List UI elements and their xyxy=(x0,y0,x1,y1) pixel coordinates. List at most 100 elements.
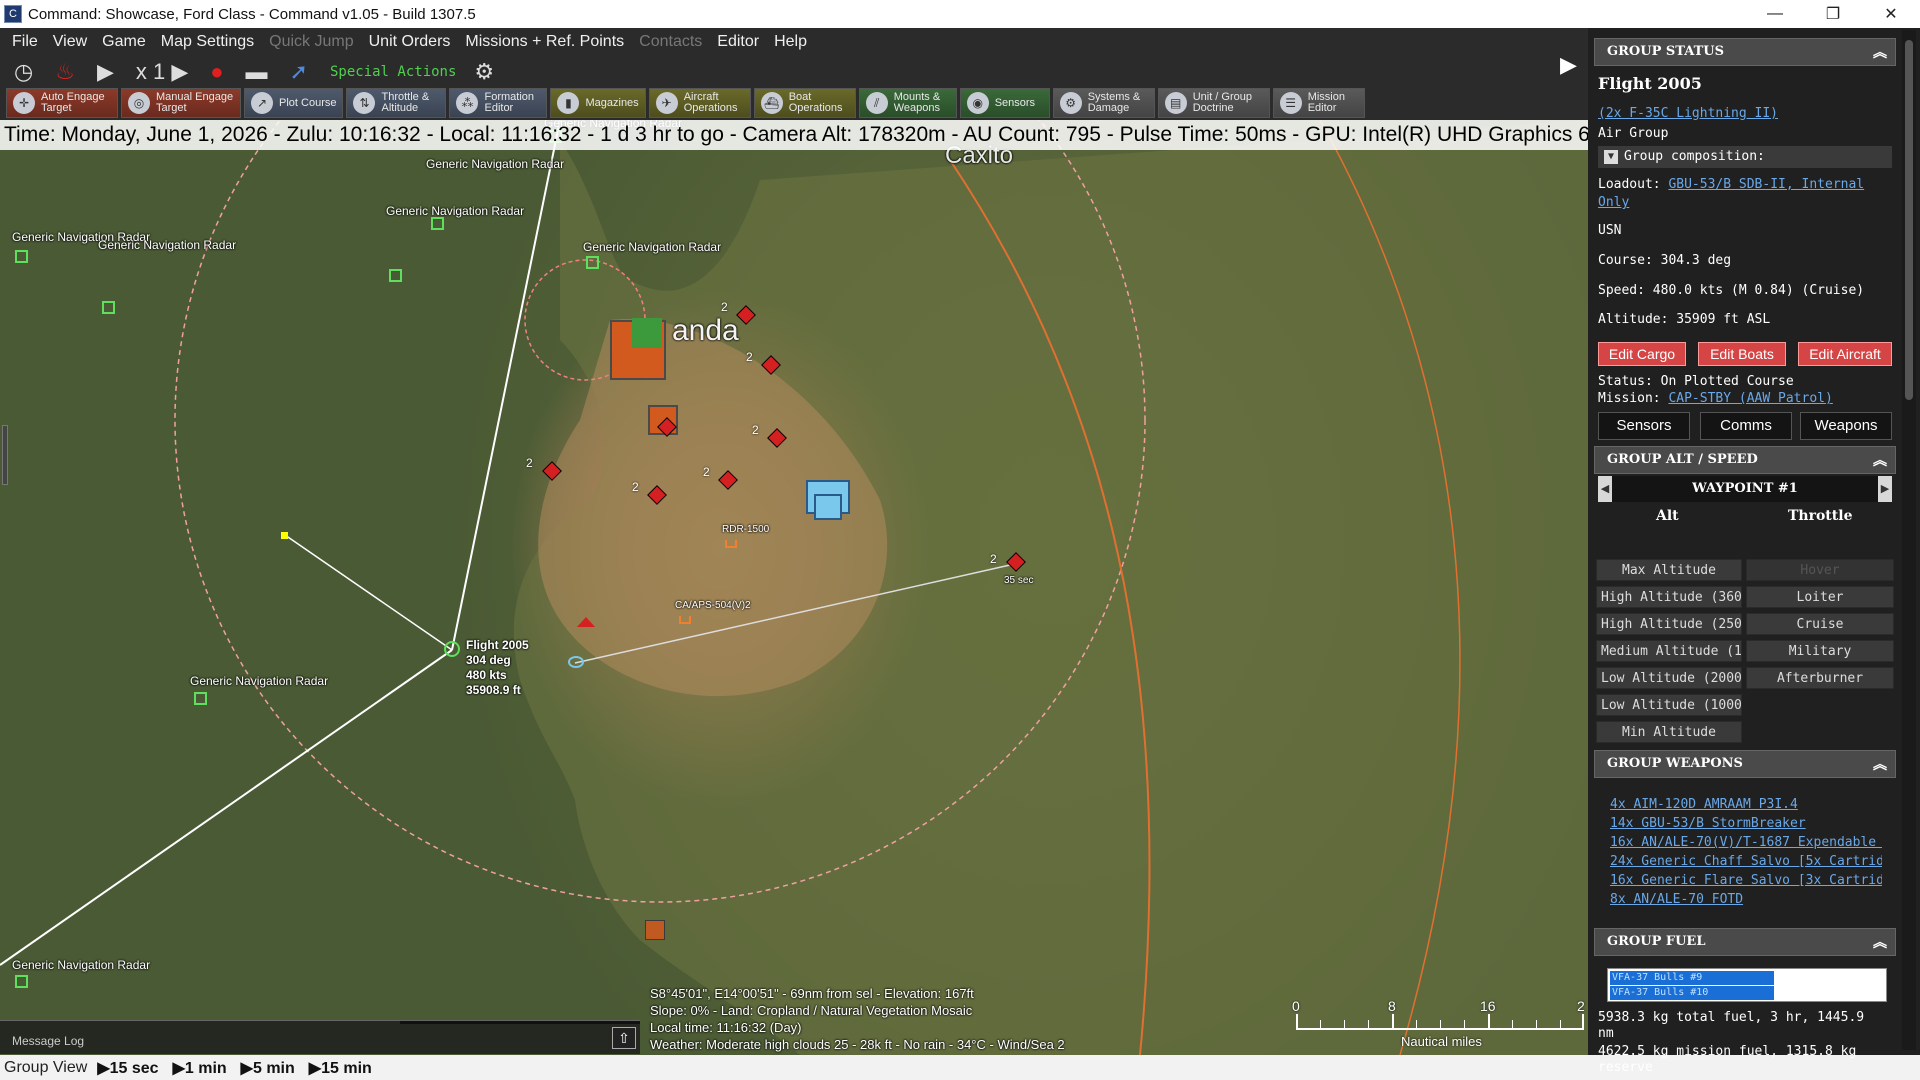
nav-radar-symbol[interactable] xyxy=(431,217,444,230)
nav-radar-symbol[interactable] xyxy=(194,692,207,705)
step-15-sec-button[interactable]: ▶15 sec xyxy=(97,1058,158,1078)
settings-gear-icon[interactable]: ⚙ xyxy=(474,58,494,86)
magazines-button[interactable]: ▮ Magazines xyxy=(550,88,646,118)
weapon-item[interactable]: 16x AN/ALE-70(V)/T-1687 Expendable I xyxy=(1610,835,1882,850)
sensor-icon[interactable] xyxy=(679,616,691,624)
tactical-map[interactable]: Generic Navigation Radar Generic Navigat… xyxy=(0,120,1588,1055)
sensors-panel-button[interactable]: Sensors xyxy=(1598,412,1690,440)
manual-engage-button[interactable]: ◎ Manual Engage Target xyxy=(121,88,241,118)
alt-min-button[interactable]: Min Altitude xyxy=(1596,721,1742,743)
facility-icon[interactable] xyxy=(645,920,665,940)
menu-editor[interactable]: Editor xyxy=(717,33,759,51)
message-log[interactable]: Message Log ⇧ xyxy=(0,1020,640,1054)
next-waypoint-icon[interactable]: ▶ xyxy=(1878,476,1892,502)
mission-link[interactable]: CAP-STBY (AAW Patrol) xyxy=(1668,391,1832,406)
sensors-button[interactable]: ◉ Sensors xyxy=(959,88,1050,118)
friendly-unit[interactable] xyxy=(814,494,842,520)
edit-cargo-button[interactable]: Edit Cargo xyxy=(1598,342,1686,366)
group-composition-link[interactable]: (2x F-35C Lightning II) xyxy=(1598,106,1778,121)
alt-low-1000-button[interactable]: Low Altitude (1000 xyxy=(1596,694,1742,716)
weapons-header[interactable]: GROUP WEAPONS ︽ xyxy=(1594,750,1896,778)
minimize-button[interactable]: — xyxy=(1746,0,1804,28)
panel-toggle-icon[interactable]: ▶ xyxy=(1560,52,1577,78)
throttle-hover-button[interactable]: Hover xyxy=(1746,559,1894,581)
doctrine-button[interactable]: ▤ Unit / Group Doctrine xyxy=(1157,88,1270,118)
mounts-weapons-button[interactable]: ⫽ Mounts & Weapons xyxy=(858,88,957,118)
pin-icon[interactable]: ⇧ xyxy=(612,1027,636,1049)
fuel-header[interactable]: GROUP FUEL ︽ xyxy=(1594,928,1896,956)
alt-max-button[interactable]: Max Altitude xyxy=(1596,559,1742,581)
carrier-icon[interactable]: ▬ xyxy=(246,58,268,86)
nav-radar-symbol[interactable] xyxy=(15,250,28,263)
map-side-handle[interactable] xyxy=(2,425,8,485)
record-button[interactable]: ● xyxy=(210,58,223,86)
plot-course-button[interactable]: ↗ Plot Course xyxy=(244,88,344,118)
weapon-item[interactable]: 14x GBU-53/B StormBreaker xyxy=(1610,816,1882,831)
restore-button[interactable]: ❐ xyxy=(1804,0,1862,28)
group-composition-toggle[interactable]: ▼ Group composition: xyxy=(1598,146,1892,168)
alt-high-36-button[interactable]: High Altitude (3600 xyxy=(1596,586,1742,608)
sensor-icon[interactable] xyxy=(725,540,737,548)
throttle-loiter-button[interactable]: Loiter xyxy=(1746,586,1894,608)
step-15-min-button[interactable]: ▶15 min xyxy=(309,1058,372,1078)
boat-operations-button[interactable]: ⛴ Boat Operations xyxy=(753,88,856,118)
weapon-item[interactable]: 16x Generic Flare Salvo [3x Cartrids xyxy=(1610,873,1882,888)
nav-radar-symbol[interactable] xyxy=(389,269,402,282)
weapon-item[interactable]: 8x AN/ALE-70 FOTD xyxy=(1610,892,1882,907)
systems-damage-button[interactable]: ⚙ Systems & Damage xyxy=(1052,88,1155,118)
time-compression[interactable]: x 1 ▶ xyxy=(136,58,188,86)
alt-medium-button[interactable]: Medium Altitude (12 xyxy=(1596,640,1742,662)
loadout-link-cont[interactable]: Only xyxy=(1598,195,1629,210)
aircraft-operations-button[interactable]: ✈ Aircraft Operations xyxy=(648,88,751,118)
alt-low-2000-button[interactable]: Low Altitude (2000 xyxy=(1596,667,1742,689)
close-button[interactable]: ✕ xyxy=(1862,0,1920,28)
menu-help[interactable]: Help xyxy=(774,33,807,51)
loadout-link[interactable]: GBU-53/B SDB-II, Internal xyxy=(1668,177,1864,192)
play-button[interactable]: ▶ xyxy=(97,58,114,86)
fire-icon[interactable]: ♨ xyxy=(55,58,75,86)
nav-radar-symbol[interactable] xyxy=(586,256,599,269)
edit-aircraft-button[interactable]: Edit Aircraft xyxy=(1798,342,1892,366)
menu-missions[interactable]: Missions + Ref. Points xyxy=(465,33,624,51)
facility-icon[interactable] xyxy=(632,318,662,348)
panel-scrollbar[interactable] xyxy=(1902,30,1916,1050)
crosshair-icon: ✛ xyxy=(13,92,35,114)
menu-file[interactable]: File xyxy=(12,33,38,51)
menu-unit-orders[interactable]: Unit Orders xyxy=(369,33,451,51)
edit-boats-button[interactable]: Edit Boats xyxy=(1698,342,1786,366)
nav-radar-symbol[interactable] xyxy=(15,975,28,988)
collapse-icon[interactable]: ︽ xyxy=(1873,751,1887,777)
throttle-altitude-button[interactable]: ⇅ Throttle & Altitude xyxy=(346,88,447,118)
weapon-item[interactable]: 4x AIM-120D AMRAAM P3I.4 xyxy=(1610,797,1882,812)
formation-editor-button[interactable]: ⁂ Formation Editor xyxy=(449,88,548,118)
selected-flight-icon[interactable] xyxy=(444,641,460,657)
menu-map-settings[interactable]: Map Settings xyxy=(161,33,254,51)
collapse-icon[interactable]: ︽ xyxy=(1873,447,1887,473)
alt-speed-header[interactable]: GROUP ALT / SPEED ︽ xyxy=(1594,446,1896,474)
waypoint-marker[interactable] xyxy=(281,532,288,539)
weapon-item[interactable]: 24x Generic Chaff Salvo [5x Cartrids xyxy=(1610,854,1882,869)
comms-panel-button[interactable]: Comms xyxy=(1700,412,1792,440)
step-5-min-button[interactable]: ▶5 min xyxy=(241,1058,295,1078)
special-actions-button[interactable]: Special Actions xyxy=(330,64,456,80)
group-status-header[interactable]: GROUP STATUS ︽ xyxy=(1594,38,1896,66)
friendly-aircraft-icon[interactable] xyxy=(568,656,584,668)
clock-icon[interactable]: ◷ xyxy=(14,58,33,86)
auto-engage-button[interactable]: ✛ Auto Engage Target xyxy=(6,88,118,118)
throttle-military-button[interactable]: Military xyxy=(1746,640,1894,662)
prev-waypoint-icon[interactable]: ◀ xyxy=(1598,476,1612,502)
throttle-afterburner-button[interactable]: Afterburner xyxy=(1746,667,1894,689)
weapons-panel-button[interactable]: Weapons xyxy=(1800,412,1892,440)
step-1-min-button[interactable]: ▶1 min xyxy=(173,1058,227,1078)
throttle-cruise-button[interactable]: Cruise xyxy=(1746,613,1894,635)
menu-game[interactable]: Game xyxy=(102,33,146,51)
mission-editor-button[interactable]: ☰ Mission Editor xyxy=(1272,88,1365,118)
menu-contacts[interactable]: Contacts xyxy=(639,33,702,51)
alt-high-25-button[interactable]: High Altitude (2500 xyxy=(1596,613,1742,635)
menu-quick-jump[interactable]: Quick Jump xyxy=(269,33,353,51)
menu-view[interactable]: View xyxy=(53,33,87,51)
collapse-icon[interactable]: ︽ xyxy=(1873,39,1887,65)
nav-radar-symbol[interactable] xyxy=(102,301,115,314)
direction-icon[interactable]: ➚ xyxy=(290,58,308,86)
collapse-icon[interactable]: ︽ xyxy=(1873,929,1887,955)
